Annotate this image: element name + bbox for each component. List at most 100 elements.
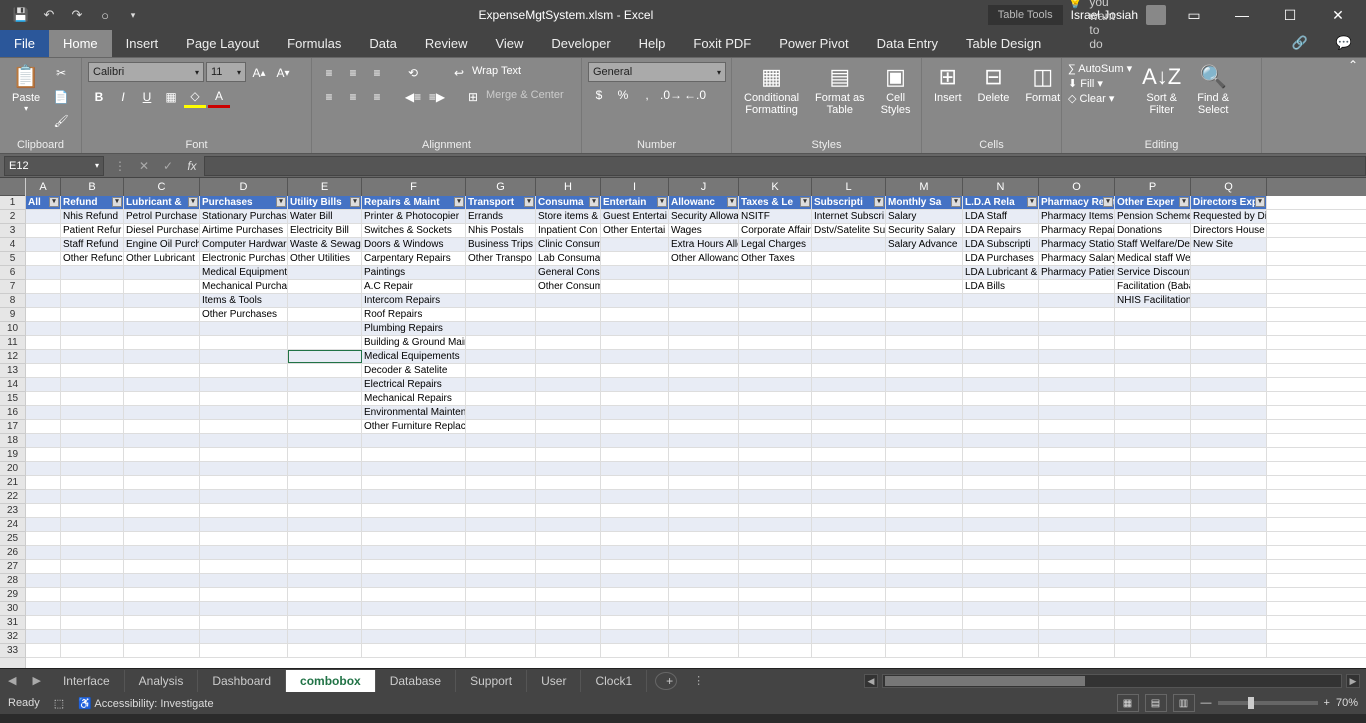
cell-I9[interactable]: [601, 308, 669, 321]
cell-F25[interactable]: [362, 532, 466, 545]
filter-icon[interactable]: ▾: [1103, 197, 1113, 207]
row-header-6[interactable]: 6: [0, 266, 25, 280]
cell-G12[interactable]: [466, 350, 536, 363]
cell-P2[interactable]: Pension Scheme: [1115, 210, 1191, 223]
cell-I1[interactable]: Entertain▾: [601, 196, 669, 209]
cell-P4[interactable]: Staff Welfare/De: [1115, 238, 1191, 251]
cell-P6[interactable]: Service Discount: [1115, 266, 1191, 279]
cell-L22[interactable]: [812, 490, 886, 503]
cell-Q20[interactable]: [1191, 462, 1267, 475]
cell-C25[interactable]: [124, 532, 200, 545]
cell-J14[interactable]: [669, 378, 739, 391]
cell-P7[interactable]: Facilitation (Baba Saidu): [1115, 280, 1191, 293]
cell-L26[interactable]: [812, 546, 886, 559]
cell-I27[interactable]: [601, 560, 669, 573]
cell-H12[interactable]: [536, 350, 601, 363]
cell-B6[interactable]: [61, 266, 124, 279]
cell-A14[interactable]: [26, 378, 61, 391]
cell-E11[interactable]: [288, 336, 362, 349]
scroll-thumb[interactable]: [885, 676, 1085, 686]
cell-D32[interactable]: [200, 630, 288, 643]
cell-C23[interactable]: [124, 504, 200, 517]
row-header-14[interactable]: 14: [0, 378, 25, 392]
cell-J12[interactable]: [669, 350, 739, 363]
cell-I29[interactable]: [601, 588, 669, 601]
col-header-E[interactable]: E: [288, 178, 362, 196]
cell-E22[interactable]: [288, 490, 362, 503]
cell-I23[interactable]: [601, 504, 669, 517]
data-entry-tab[interactable]: Data Entry: [863, 30, 952, 57]
cell-H21[interactable]: [536, 476, 601, 489]
cell-J33[interactable]: [669, 644, 739, 657]
cell-M7[interactable]: [886, 280, 963, 293]
cell-P20[interactable]: [1115, 462, 1191, 475]
cell-G26[interactable]: [466, 546, 536, 559]
cell-A4[interactable]: [26, 238, 61, 251]
cell-C30[interactable]: [124, 602, 200, 615]
cell-Q3[interactable]: Directors House: [1191, 224, 1267, 237]
cell-Q18[interactable]: [1191, 434, 1267, 447]
comma-icon[interactable]: ,: [636, 84, 658, 106]
cell-G31[interactable]: [466, 616, 536, 629]
cell-J3[interactable]: Wages: [669, 224, 739, 237]
cell-G18[interactable]: [466, 434, 536, 447]
cell-D21[interactable]: [200, 476, 288, 489]
cell-J32[interactable]: [669, 630, 739, 643]
cell-C12[interactable]: [124, 350, 200, 363]
cell-M16[interactable]: [886, 406, 963, 419]
cell-Q23[interactable]: [1191, 504, 1267, 517]
cell-L28[interactable]: [812, 574, 886, 587]
cell-G22[interactable]: [466, 490, 536, 503]
row-header-20[interactable]: 20: [0, 462, 25, 476]
filter-icon[interactable]: ▾: [874, 197, 884, 207]
autosum-button[interactable]: ∑ AutoSum ▾: [1068, 62, 1132, 75]
cell-J1[interactable]: Allowanc▾: [669, 196, 739, 209]
cell-J21[interactable]: [669, 476, 739, 489]
cell-G9[interactable]: [466, 308, 536, 321]
cell-A16[interactable]: [26, 406, 61, 419]
cell-M33[interactable]: [886, 644, 963, 657]
cell-M25[interactable]: [886, 532, 963, 545]
cell-B22[interactable]: [61, 490, 124, 503]
cell-O19[interactable]: [1039, 448, 1115, 461]
fx-icon[interactable]: fx: [180, 159, 204, 173]
row-header-25[interactable]: 25: [0, 532, 25, 546]
cell-B20[interactable]: [61, 462, 124, 475]
cell-N1[interactable]: L.D.A Rela▾: [963, 196, 1039, 209]
cell-H27[interactable]: [536, 560, 601, 573]
cell-H30[interactable]: [536, 602, 601, 615]
col-header-J[interactable]: J: [669, 178, 739, 196]
delete-cells-button[interactable]: ⊟Delete: [972, 62, 1016, 106]
sheet-tab-support[interactable]: Support: [456, 670, 527, 692]
cell-D9[interactable]: Other Purchases: [200, 308, 288, 321]
cell-D3[interactable]: Airtime Purchases: [200, 224, 288, 237]
cell-E14[interactable]: [288, 378, 362, 391]
cell-C27[interactable]: [124, 560, 200, 573]
cell-C11[interactable]: [124, 336, 200, 349]
cell-H15[interactable]: [536, 392, 601, 405]
qat-dropdown-icon[interactable]: ▾: [122, 4, 144, 26]
cell-M21[interactable]: [886, 476, 963, 489]
increase-font-icon[interactable]: A▴: [248, 62, 270, 84]
cell-B26[interactable]: [61, 546, 124, 559]
cell-P8[interactable]: NHIS Facilitation: [1115, 294, 1191, 307]
cell-C14[interactable]: [124, 378, 200, 391]
cell-F21[interactable]: [362, 476, 466, 489]
cell-F26[interactable]: [362, 546, 466, 559]
row-header-31[interactable]: 31: [0, 616, 25, 630]
cell-H23[interactable]: [536, 504, 601, 517]
align-top-icon[interactable]: ≡: [318, 62, 340, 84]
filter-icon[interactable]: ▾: [524, 197, 534, 207]
sort-filter-button[interactable]: A↓ZSort & Filter: [1136, 62, 1187, 118]
cell-C20[interactable]: [124, 462, 200, 475]
cell-D24[interactable]: [200, 518, 288, 531]
cell-L14[interactable]: [812, 378, 886, 391]
cell-G7[interactable]: [466, 280, 536, 293]
row-header-32[interactable]: 32: [0, 630, 25, 644]
cell-B4[interactable]: Staff Refund: [61, 238, 124, 251]
row-header-16[interactable]: 16: [0, 406, 25, 420]
cell-Q1[interactable]: Directors Expe▾: [1191, 196, 1267, 209]
cell-B10[interactable]: [61, 322, 124, 335]
cell-Q13[interactable]: [1191, 364, 1267, 377]
cell-C3[interactable]: Diesel Purchase: [124, 224, 200, 237]
